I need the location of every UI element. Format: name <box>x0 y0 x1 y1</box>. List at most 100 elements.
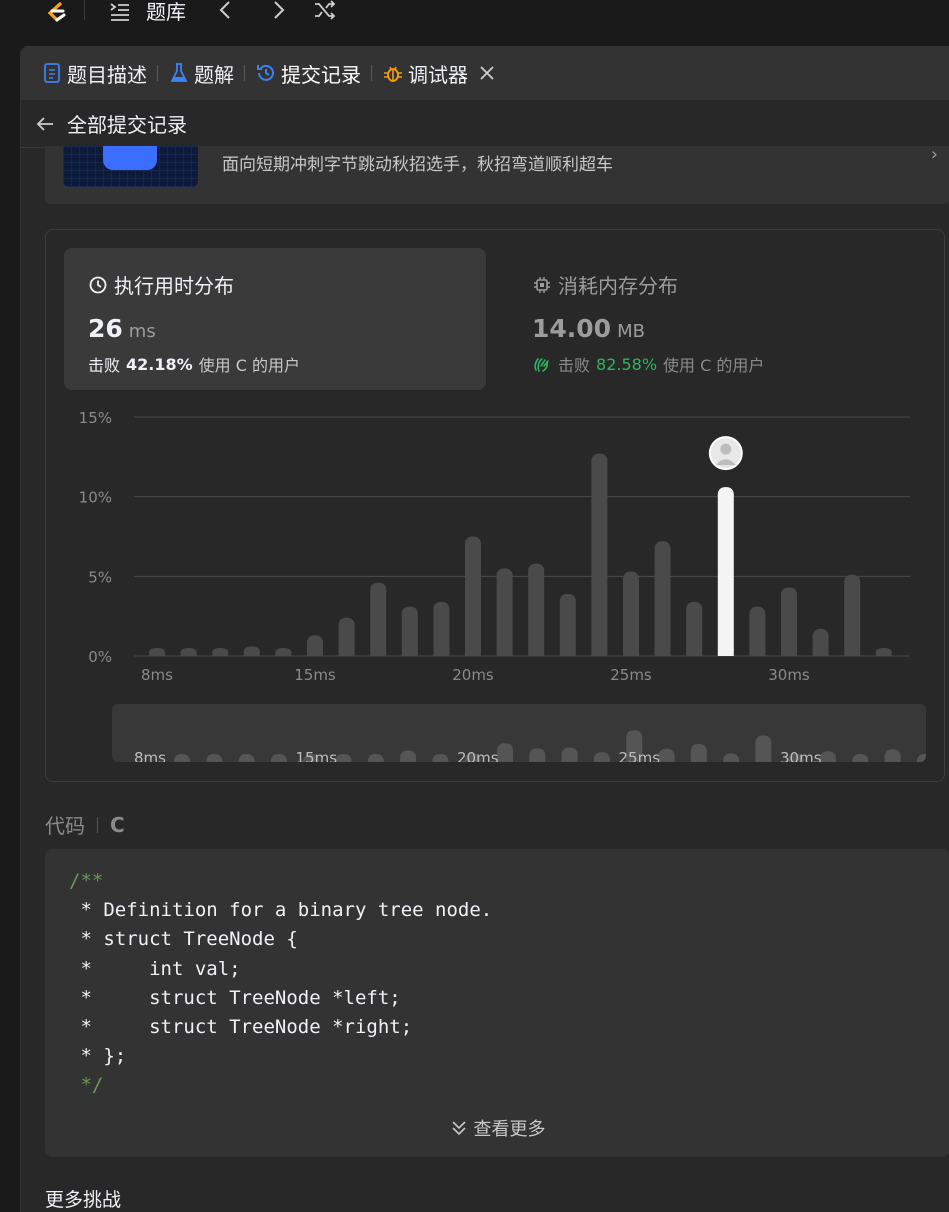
x-tick-label: 30ms <box>768 666 810 684</box>
x-tick-label: 15ms <box>294 666 336 684</box>
promo-banner[interactable]: 面向短期冲刺字节跳动秋招选手，秋招弯道顺利超车 › <box>45 144 949 204</box>
bar-base <box>559 649 576 656</box>
tab-debugger[interactable]: 调试器 <box>382 46 496 100</box>
code-language: C <box>110 812 125 837</box>
chart-bar[interactable] <box>401 606 418 656</box>
see-more-label: 查看更多 <box>473 1119 546 1140</box>
bar-base <box>275 652 292 656</box>
bar-base <box>781 649 797 656</box>
brush-bar <box>206 754 223 762</box>
tab-label: 调试器 <box>408 62 468 87</box>
tab-divider <box>371 65 372 81</box>
chart-bar[interactable] <box>781 587 797 656</box>
next-problem-icon[interactable] <box>266 0 290 23</box>
performance-card: 执行用时分布 26 ms 击败 42.18% 使用 C 的用户 消耗内存分布 1… <box>45 229 945 782</box>
tab-submissions[interactable]: 提交记录 <box>255 46 361 100</box>
memory-value-row: 14.00 MB <box>532 314 645 343</box>
y-tick-label: 0% <box>88 648 112 666</box>
brush-bar <box>916 754 926 762</box>
problem-bank-link[interactable]: 题库 <box>146 0 186 24</box>
memory-stat-tab[interactable]: 消耗内存分布 14.00 MB 击败 82.58% 使用 C 的用户 <box>508 248 908 390</box>
bug-icon <box>384 66 402 82</box>
chart-bar[interactable] <box>686 601 703 656</box>
bar-base <box>623 649 639 656</box>
chart-bar[interactable] <box>528 563 545 656</box>
brush-bar <box>755 735 772 762</box>
code-section-header: 代码 C <box>45 810 125 839</box>
chart-bar[interactable] <box>559 593 576 656</box>
tab-divider <box>244 65 245 81</box>
chart-bar[interactable] <box>465 536 481 657</box>
brush-tick-label: 30ms <box>780 749 822 762</box>
runtime-value: 26 <box>88 314 123 343</box>
brush-bar <box>174 754 190 762</box>
memory-title: 消耗内存分布 <box>558 274 678 298</box>
runtime-stat-tab[interactable]: 执行用时分布 26 ms 击败 42.18% 使用 C 的用户 <box>64 248 486 390</box>
highlighted-bar[interactable] <box>717 487 734 656</box>
runtime-distribution-chart[interactable]: 15% 10% 5% 0% 8ms 15ms 20ms 25ms 30ms <box>46 398 946 698</box>
document-icon <box>44 63 60 83</box>
x-tick-label: 25ms <box>610 666 652 684</box>
chart-range-brush[interactable]: 8ms 15ms 20ms 25ms 30ms <box>112 704 926 762</box>
back-arrow-icon[interactable] <box>35 114 55 134</box>
tab-label: 提交记录 <box>281 62 361 87</box>
prev-problem-icon[interactable] <box>214 0 238 23</box>
bar-base <box>875 652 892 656</box>
brush-tick-label: 15ms <box>296 749 338 762</box>
bar-base <box>307 649 323 656</box>
brush-bar <box>270 754 287 762</box>
see-more-button[interactable]: 查看更多 <box>45 1115 949 1141</box>
chart-bar[interactable] <box>496 568 513 656</box>
chart-bar[interactable] <box>749 606 766 656</box>
list-menu-icon[interactable] <box>108 0 132 23</box>
leetcode-logo-icon[interactable] <box>40 0 70 24</box>
memory-beat-row: 击败 82.58% 使用 C 的用户 <box>532 352 764 376</box>
chart-bar[interactable] <box>654 541 671 656</box>
topbar-divider <box>84 0 85 20</box>
code-content: /** * Definition for a binary tree node.… <box>69 870 493 1097</box>
bar-base <box>654 649 671 656</box>
bar-base <box>433 649 450 656</box>
submission-panel: 题目描述 题解 提交记录 调试器 全部提交记录 面向短期冲刺字节跳动秋招选手，秋… <box>20 46 949 1212</box>
code-block[interactable]: /** * Definition for a binary tree node.… <box>45 849 949 1157</box>
tab-solutions[interactable]: 题解 <box>168 46 234 100</box>
shuffle-icon[interactable] <box>313 0 337 23</box>
bar-base <box>591 649 608 656</box>
runtime-beat-suffix: 使用 C 的用户 <box>198 356 301 375</box>
chart-bar[interactable] <box>623 571 639 656</box>
bar-base <box>149 652 165 656</box>
memory-value: 14.00 <box>532 314 612 343</box>
memory-beat-prefix: 击败 <box>558 356 591 375</box>
brush-bar <box>884 749 901 762</box>
all-submissions-link[interactable]: 全部提交记录 <box>67 109 187 138</box>
chart-bar[interactable] <box>370 582 387 656</box>
close-icon[interactable] <box>478 64 496 82</box>
brush-bar <box>723 753 740 762</box>
bar-base <box>717 649 734 656</box>
panel-tabs: 题目描述 题解 提交记录 调试器 <box>21 46 949 100</box>
brush-bar <box>529 748 546 762</box>
brush-bar <box>432 754 449 762</box>
bar-base <box>465 649 481 656</box>
chart-bar[interactable] <box>591 453 608 656</box>
memory-unit: MB <box>617 321 645 342</box>
brush-tick-label: 25ms <box>619 749 661 762</box>
brush-bar <box>852 754 869 762</box>
brush-mini-chart: 8ms 15ms 20ms 25ms 30ms <box>134 730 926 762</box>
brush-bar <box>820 751 836 762</box>
brush-bar <box>497 743 513 762</box>
chart-bar[interactable] <box>433 601 450 656</box>
tab-description[interactable]: 题目描述 <box>41 46 147 100</box>
tab-label: 题解 <box>194 62 234 87</box>
bar-base <box>401 649 418 656</box>
top-navigation-bar: 题库 <box>0 0 949 46</box>
clap-icon <box>534 358 549 372</box>
chevron-right-icon: › <box>930 144 938 165</box>
clock-icon <box>89 276 107 293</box>
y-tick-label: 5% <box>88 568 112 586</box>
tab-label: 题目描述 <box>67 62 147 87</box>
avatar-head <box>720 443 732 455</box>
chart-bar[interactable] <box>844 574 861 656</box>
runtime-value-row: 26 ms <box>88 314 156 343</box>
brush-tick-label: 20ms <box>457 749 499 762</box>
